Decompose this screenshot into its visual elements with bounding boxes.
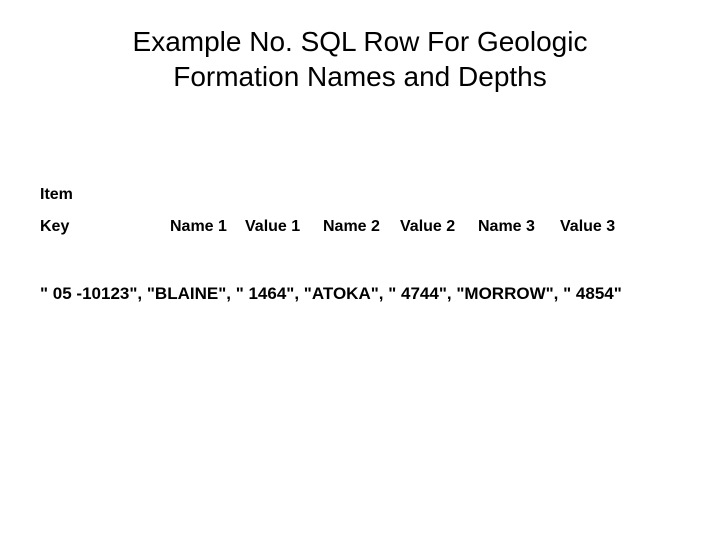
- item-label: Item: [40, 186, 73, 204]
- title-line-1: Example No. SQL Row For Geologic: [133, 26, 588, 57]
- data-row: " 05 -10123", "BLAINE", " 1464", "ATOKA"…: [40, 284, 700, 304]
- header-key: Key: [40, 218, 69, 236]
- header-name2: Name 2: [323, 218, 380, 236]
- header-value2: Value 2: [400, 218, 455, 236]
- title-line-2: Formation Names and Depths: [173, 61, 547, 92]
- header-name3: Name 3: [478, 218, 535, 236]
- slide-title: Example No. SQL Row For Geologic Formati…: [0, 24, 720, 94]
- slide: Example No. SQL Row For Geologic Formati…: [0, 0, 720, 540]
- header-name1: Name 1: [170, 218, 227, 236]
- header-value1: Value 1: [245, 218, 300, 236]
- header-value3: Value 3: [560, 218, 615, 236]
